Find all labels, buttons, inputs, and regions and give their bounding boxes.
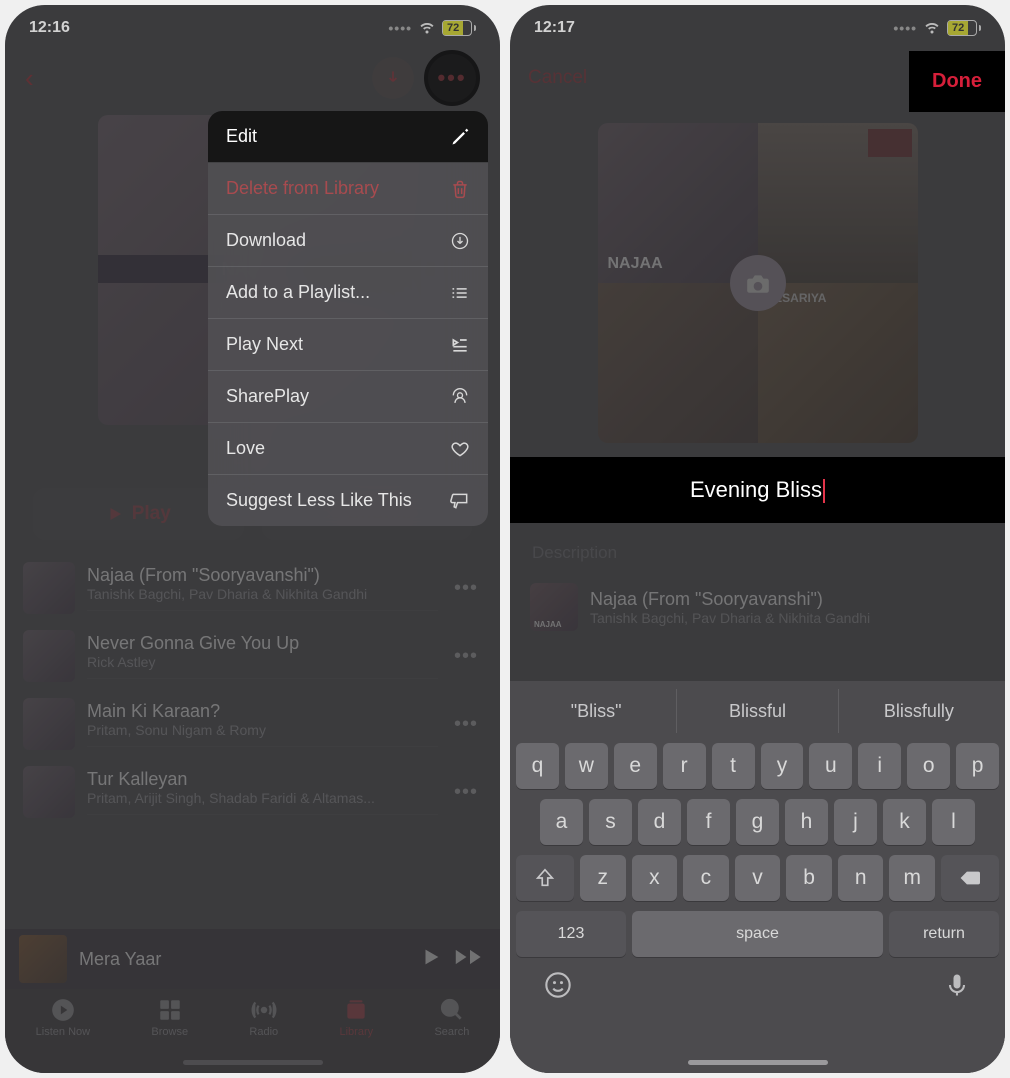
battery-icon: 72 [442,20,476,36]
key-i[interactable]: i [858,743,901,789]
key-m[interactable]: m [889,855,935,901]
battery-icon: 72 [947,20,981,36]
key-w[interactable]: w [565,743,608,789]
key-return[interactable]: return [889,911,999,957]
status-bar: 12:16 •••• 72 [5,5,500,51]
menu-play-next[interactable]: Play Next [208,319,488,371]
key-y[interactable]: y [761,743,804,789]
key-a[interactable]: a [540,799,583,845]
key-g[interactable]: g [736,799,779,845]
keyboard: "Bliss" Blissful Blissfully q w e r t y … [510,681,1005,1073]
context-menu: Edit Delete from Library Download Add to… [208,111,488,526]
status-time: 12:16 [29,19,70,37]
menu-download[interactable]: Download [208,215,488,267]
key-h[interactable]: h [785,799,828,845]
suggestion-bar: "Bliss" Blissful Blissfully [516,689,999,733]
download-circle-icon [450,231,470,251]
menu-add-playlist[interactable]: Add to a Playlist... [208,267,488,319]
emoji-icon[interactable] [544,971,572,1004]
key-f[interactable]: f [687,799,730,845]
status-time: 12:17 [534,19,575,37]
done-button[interactable]: Done [909,51,1005,112]
status-bar: 12:17 •••• 72 [510,5,1005,51]
key-e[interactable]: e [614,743,657,789]
playlist-add-icon [450,283,470,303]
suggestion[interactable]: Blissful [677,689,838,733]
key-space[interactable]: space [632,911,883,957]
queue-icon [450,335,470,355]
key-t[interactable]: t [712,743,755,789]
wifi-icon [418,17,436,40]
trash-icon [450,179,470,199]
menu-shareplay[interactable]: SharePlay [208,371,488,423]
key-shift[interactable] [516,855,574,901]
key-c[interactable]: c [683,855,729,901]
key-backspace[interactable] [941,855,999,901]
suggestion[interactable]: "Bliss" [516,689,677,733]
pencil-icon [450,127,470,147]
text-cursor [823,479,825,503]
key-q[interactable]: q [516,743,559,789]
wifi-icon [923,17,941,40]
menu-love[interactable]: Love [208,423,488,475]
thumbs-down-icon [450,491,470,511]
shareplay-icon [450,387,470,407]
key-123[interactable]: 123 [516,911,626,957]
camera-button[interactable] [730,255,786,311]
cellular-icon: •••• [388,20,412,36]
menu-edit[interactable]: Edit [208,111,488,163]
home-indicator [688,1060,828,1065]
key-o[interactable]: o [907,743,950,789]
cellular-icon: •••• [893,20,917,36]
key-p[interactable]: p [956,743,999,789]
key-x[interactable]: x [632,855,678,901]
key-d[interactable]: d [638,799,681,845]
key-u[interactable]: u [809,743,852,789]
right-screenshot: 12:17 •••• 72 Cancel Done Evening Bliss … [510,5,1005,1073]
menu-suggest-less[interactable]: Suggest Less Like This [208,475,488,526]
key-z[interactable]: z [580,855,626,901]
battery-percent: 72 [948,21,968,35]
heart-icon [450,439,470,459]
key-k[interactable]: k [883,799,926,845]
key-l[interactable]: l [932,799,975,845]
playlist-title-input[interactable]: Evening Bliss [510,457,1005,523]
dictation-icon[interactable] [943,971,971,1004]
battery-percent: 72 [443,21,463,35]
menu-delete[interactable]: Delete from Library [208,163,488,215]
key-b[interactable]: b [786,855,832,901]
suggestion[interactable]: Blissfully [839,689,999,733]
left-screenshot: 12:16 •••• 72 ‹ ••• NAJAA Dhv Play [5,5,500,1073]
key-j[interactable]: j [834,799,877,845]
key-r[interactable]: r [663,743,706,789]
key-s[interactable]: s [589,799,632,845]
key-v[interactable]: v [735,855,781,901]
key-n[interactable]: n [838,855,884,901]
